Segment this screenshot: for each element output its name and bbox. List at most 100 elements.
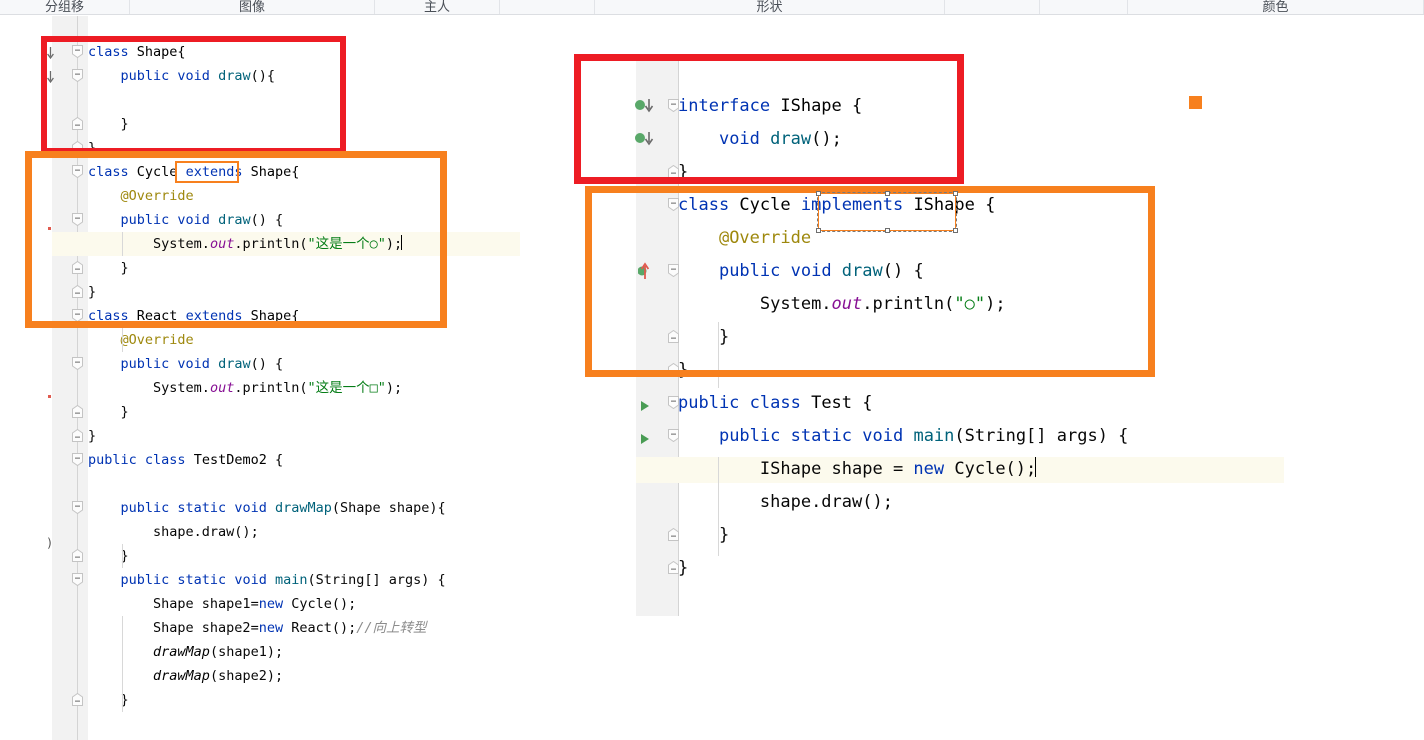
toolbar-item-3[interactable] bbox=[500, 0, 595, 14]
code-line[interactable]: @Override bbox=[88, 184, 446, 208]
code-line[interactable]: } bbox=[678, 321, 1128, 354]
code-line[interactable]: } bbox=[678, 354, 1128, 387]
code-line[interactable]: public void draw(){ bbox=[88, 64, 446, 88]
right-code-text[interactable]: interface IShape { void draw();} class Cy… bbox=[678, 90, 1128, 585]
code-line[interactable]: public void draw() { bbox=[678, 255, 1128, 288]
fold-end-icon[interactable] bbox=[668, 561, 679, 574]
code-token: .println( bbox=[862, 294, 955, 314]
code-line[interactable]: interface IShape { bbox=[678, 90, 1128, 123]
overrides-red-up-arrow-icon[interactable] bbox=[637, 262, 654, 284]
fold-collapse-icon[interactable] bbox=[668, 198, 679, 211]
code-line[interactable]: Shape shape1=new Cycle(); bbox=[88, 592, 446, 616]
code-line[interactable]: void draw(); bbox=[678, 123, 1128, 156]
fold-end-icon[interactable] bbox=[72, 285, 83, 298]
fold-end-icon[interactable] bbox=[72, 141, 83, 154]
fold-end-icon[interactable] bbox=[72, 693, 83, 706]
code-line[interactable]: public static void main(String[] args) { bbox=[678, 420, 1128, 453]
run-green-triangle-icon[interactable] bbox=[640, 397, 651, 416]
code-line[interactable]: } bbox=[88, 400, 446, 424]
code-token: System. bbox=[759, 294, 832, 314]
resize-handle-se[interactable] bbox=[953, 228, 958, 233]
fold-end-icon[interactable] bbox=[72, 429, 83, 442]
fold-collapse-icon[interactable] bbox=[668, 429, 679, 442]
code-line[interactable]: drawMap(shape2); bbox=[88, 664, 446, 688]
fold-collapse-icon[interactable] bbox=[668, 264, 679, 277]
code-line[interactable]: public static void main(String[] args) { bbox=[88, 568, 446, 592]
code-line[interactable]: System.out.println("这是一个□"); bbox=[88, 376, 446, 400]
code-line[interactable]: IShape shape = new Cycle(); bbox=[678, 453, 1128, 486]
fold-end-icon[interactable] bbox=[668, 363, 679, 376]
fold-end-icon[interactable] bbox=[72, 117, 83, 130]
right-editor-pane[interactable]: interface IShape { void draw();} class Cy… bbox=[600, 16, 1424, 740]
code-line[interactable]: } bbox=[88, 280, 446, 304]
fold-end-icon[interactable] bbox=[668, 330, 679, 343]
code-line[interactable]: shape.draw(); bbox=[678, 486, 1128, 519]
fold-end-icon[interactable] bbox=[72, 549, 83, 562]
fold-collapse-icon[interactable] bbox=[72, 45, 83, 58]
fold-collapse-icon[interactable] bbox=[72, 213, 83, 226]
code-line[interactable]: } bbox=[678, 552, 1128, 585]
fold-collapse-icon[interactable] bbox=[72, 453, 83, 466]
fold-collapse-icon[interactable] bbox=[668, 99, 679, 112]
code-line[interactable]: public void draw() { bbox=[88, 352, 446, 376]
fold-collapse-icon[interactable] bbox=[72, 501, 83, 514]
code-line[interactable]: System.out.println("○"); bbox=[678, 288, 1128, 321]
code-line[interactable]: } bbox=[88, 424, 446, 448]
toolbar-item-4[interactable]: 形状 bbox=[595, 0, 945, 14]
fold-collapse-icon[interactable] bbox=[72, 573, 83, 586]
code-line[interactable]: class Cycle extends Shape{ bbox=[88, 160, 446, 184]
code-line[interactable]: public class TestDemo2 { bbox=[88, 448, 446, 472]
code-line[interactable]: class React extends Shape{ bbox=[88, 304, 446, 328]
code-line[interactable]: } bbox=[678, 156, 1128, 189]
code-line[interactable]: } bbox=[88, 688, 446, 712]
fold-end-icon[interactable] bbox=[72, 261, 83, 274]
orange-square-marker[interactable] bbox=[1189, 96, 1202, 109]
right-implements-selection-box[interactable] bbox=[816, 191, 958, 233]
fold-collapse-icon[interactable] bbox=[72, 69, 83, 82]
resize-handle-sw[interactable] bbox=[816, 228, 821, 233]
code-line[interactable]: public static void drawMap(Shape shape){ bbox=[88, 496, 446, 520]
fold-collapse-icon[interactable] bbox=[72, 309, 83, 322]
resize-handle-s[interactable] bbox=[885, 228, 890, 233]
toolbar-item-7[interactable]: 颜色 bbox=[1128, 0, 1424, 14]
toolbar-item-2[interactable]: 主人 bbox=[375, 0, 500, 14]
code-line[interactable]: } bbox=[88, 112, 446, 136]
code-token: (shape1); bbox=[209, 644, 284, 660]
resize-handle-n[interactable] bbox=[885, 191, 890, 196]
toolbar-item-5[interactable] bbox=[945, 0, 1040, 14]
implemented-green-down-arrow-icon[interactable] bbox=[635, 131, 657, 151]
annotation-toolbar[interactable]: 分组移 图像 主人 形状 颜色 bbox=[0, 0, 1424, 15]
code-line[interactable]: } bbox=[678, 519, 1128, 552]
code-line[interactable]: class Shape{ bbox=[88, 40, 446, 64]
fold-collapse-icon[interactable] bbox=[668, 396, 679, 409]
fold-end-icon[interactable] bbox=[668, 528, 679, 541]
fold-collapse-icon[interactable] bbox=[72, 357, 83, 370]
implemented-green-down-arrow-icon[interactable] bbox=[635, 98, 657, 118]
code-line[interactable]: } bbox=[88, 136, 446, 160]
implements-down-arrow-icon[interactable] bbox=[46, 69, 55, 88]
toolbar-item-0[interactable]: 分组移 bbox=[0, 0, 130, 14]
code-line[interactable] bbox=[88, 472, 446, 496]
toolbar-item-6[interactable] bbox=[1040, 0, 1128, 14]
code-line[interactable]: Shape shape2=new React();//向上转型 bbox=[88, 616, 446, 640]
resize-handle-nw[interactable] bbox=[816, 191, 821, 196]
code-line[interactable] bbox=[88, 88, 446, 112]
left-code-text[interactable]: class Shape{ public void draw(){ }} class… bbox=[88, 40, 446, 712]
resize-handle-ne[interactable] bbox=[953, 191, 958, 196]
code-line[interactable]: } bbox=[88, 256, 446, 280]
run-green-triangle-icon[interactable] bbox=[640, 430, 651, 449]
code-line[interactable]: drawMap(shape1); bbox=[88, 640, 446, 664]
fold-end-icon[interactable] bbox=[72, 405, 83, 418]
code-line[interactable]: @Override bbox=[88, 328, 446, 352]
code-line[interactable]: shape.draw(); bbox=[88, 520, 446, 544]
toolbar-item-1[interactable]: 图像 bbox=[130, 0, 375, 14]
code-token: Shape{ bbox=[250, 308, 300, 324]
implements-down-arrow-icon[interactable] bbox=[46, 45, 55, 64]
fold-end-icon[interactable] bbox=[668, 165, 679, 178]
left-editor-pane[interactable]: class Shape{ public void draw(){ }} class… bbox=[0, 16, 520, 740]
code-line[interactable]: System.out.println("这是一个○"); bbox=[88, 232, 446, 256]
code-line[interactable]: public void draw() { bbox=[88, 208, 446, 232]
code-line[interactable]: public class Test { bbox=[678, 387, 1128, 420]
code-line[interactable]: } bbox=[88, 544, 446, 568]
fold-collapse-icon[interactable] bbox=[72, 165, 83, 178]
